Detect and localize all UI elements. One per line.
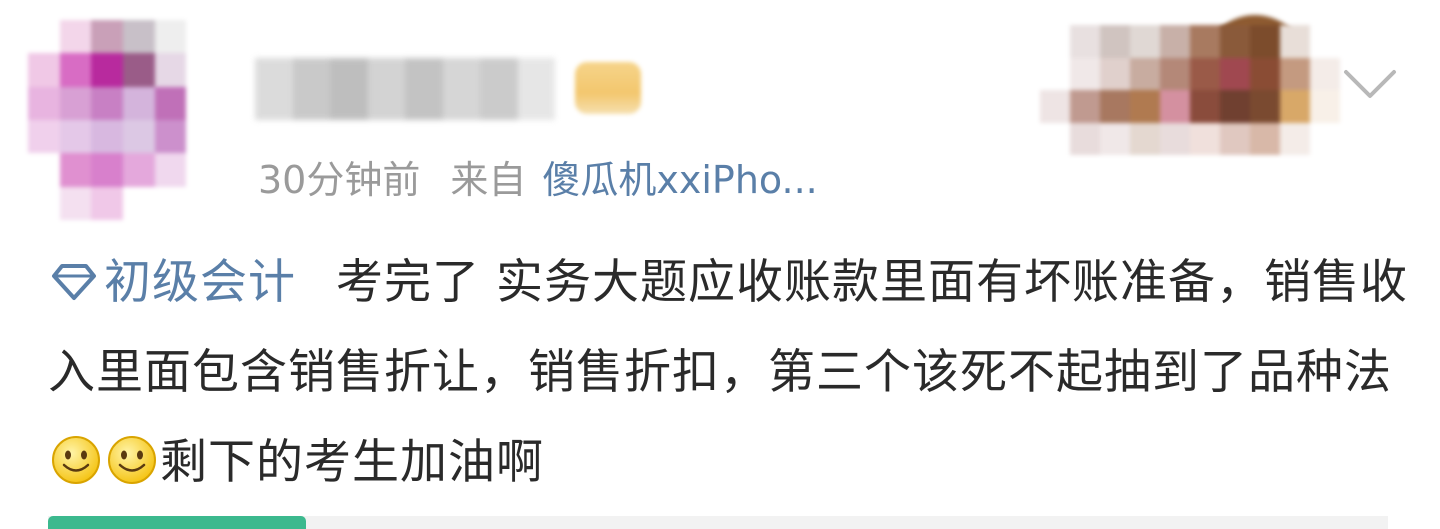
smile-emoji-icon: [108, 436, 156, 484]
post-content: 初级会计 考完了 实务大题应收账款里面有坏账准备，销售收入里面包含销售折让，销售折…: [48, 238, 1408, 508]
diamond-icon: [52, 264, 96, 300]
post-time: 30分钟前: [258, 158, 421, 202]
topic-tag[interactable]: 初级会计: [48, 255, 296, 310]
accent-tab[interactable]: [48, 516, 306, 529]
avatar[interactable]: [28, 20, 218, 220]
topic-label: 初级会计: [104, 255, 296, 310]
vip-badge: [575, 62, 641, 114]
chevron-down-icon[interactable]: [1340, 64, 1400, 104]
source-link[interactable]: 傻瓜机xxiPho...: [542, 158, 817, 202]
card-decoration: [1040, 15, 1340, 155]
smile-emoji-icon: [52, 436, 100, 484]
post-meta: 30分钟前 来自 傻瓜机xxiPho...: [258, 150, 818, 210]
bottom-strip: [48, 516, 1388, 529]
source-label: 来自: [450, 158, 527, 202]
username[interactable]: [255, 58, 555, 120]
post-text-end: 剩下的考生加油啊: [160, 435, 544, 490]
